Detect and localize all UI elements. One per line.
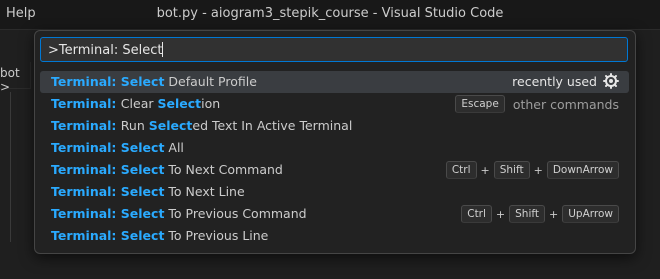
indent-guide	[10, 92, 11, 242]
command-label: Terminal: Select All	[51, 140, 184, 155]
command-item-clear-selection[interactable]: Terminal: Clear Selection Escape other c…	[40, 93, 629, 115]
command-item-select-all[interactable]: Terminal: Select All	[40, 137, 629, 159]
command-meta: recently used	[512, 73, 619, 89]
command-item-select-next-line[interactable]: Terminal: Select To Next Line	[40, 181, 629, 203]
command-label: Terminal: Select To Next Command	[51, 162, 283, 177]
command-item-select-previous-line[interactable]: Terminal: Select To Previous Line	[40, 225, 629, 247]
keybinding-key: UpArrow	[562, 205, 619, 223]
command-label: Terminal: Run Selected Text In Active Te…	[51, 118, 353, 133]
command-item-select-next-command[interactable]: Terminal: Select To Next Command Ctrl + …	[40, 159, 629, 181]
key-separator: +	[495, 207, 506, 221]
keybinding-key: Ctrl	[461, 205, 492, 223]
keybinding-key: DownArrow	[546, 161, 619, 179]
keybinding-key: Shift	[509, 205, 546, 223]
command-list: Terminal: Select Default Profile recentl…	[40, 71, 629, 247]
keybinding-key: Ctrl	[445, 161, 477, 179]
command-palette: >Terminal: Select Terminal: Select Defau…	[34, 30, 636, 254]
command-input-text: >Terminal: Select	[48, 42, 164, 58]
keybinding-key: Escape	[455, 95, 505, 113]
gear-icon[interactable]	[603, 73, 619, 89]
key-separator: +	[549, 207, 559, 221]
other-commands-label: other commands	[512, 96, 619, 112]
command-item-select-previous-command[interactable]: Terminal: Select To Previous Command Ctr…	[40, 203, 629, 225]
text-caret	[162, 42, 164, 57]
key-separator: +	[533, 163, 543, 177]
title-bar: Help bot.py - aiogram3_stepik_course - V…	[0, 0, 660, 30]
command-input[interactable]: >Terminal: Select	[40, 37, 628, 62]
command-item-select-default-profile[interactable]: Terminal: Select Default Profile recentl…	[40, 71, 629, 93]
keybinding-key: Shift	[493, 161, 530, 179]
key-separator: +	[480, 163, 490, 177]
command-label: Terminal: Select To Previous Command	[51, 206, 307, 221]
command-label: Terminal: Clear Selection	[51, 96, 221, 111]
command-label: Terminal: Select To Previous Line	[51, 228, 269, 243]
command-label: Terminal: Select Default Profile	[51, 74, 257, 89]
keybinding: Ctrl + Shift + UpArrow	[461, 205, 619, 223]
command-label: Terminal: Select To Next Line	[51, 184, 245, 199]
side-tab-label: bot >	[0, 66, 20, 94]
recently-used-badge: recently used	[512, 73, 597, 89]
keybinding: Ctrl + Shift + DownArrow	[445, 161, 619, 179]
command-item-run-selected-text[interactable]: Terminal: Run Selected Text In Active Te…	[40, 115, 629, 137]
window-title: bot.py - aiogram3_stepik_course - Visual…	[156, 6, 504, 21]
command-meta: Escape other commands	[455, 95, 619, 113]
side-tab[interactable]: bot >	[0, 62, 31, 94]
